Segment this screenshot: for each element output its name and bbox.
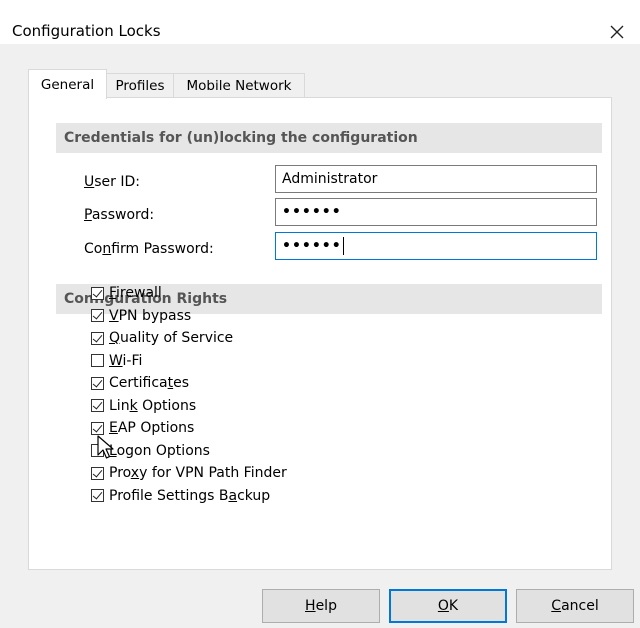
user-id-input[interactable]: [275, 165, 597, 193]
confirm-password-input[interactable]: ••••••: [275, 232, 597, 260]
checkbox-label: Link Options: [109, 397, 197, 414]
password-label: Password:: [84, 207, 155, 223]
confirm-password-label: Confirm Password:: [84, 241, 214, 257]
checkbox-label: Wi-Fi: [109, 352, 143, 369]
checkbox-quality-of-service[interactable]: Quality of Service: [91, 328, 233, 348]
checkbox-box[interactable]: [91, 331, 104, 345]
tab-mobile-network[interactable]: Mobile Network: [173, 73, 305, 97]
tab-profiles[interactable]: Profiles: [106, 73, 174, 97]
cancel-button[interactable]: Cancel: [516, 589, 634, 623]
tab-profiles-label: Profiles: [115, 77, 165, 94]
checkbox-box[interactable]: [91, 399, 104, 412]
ok-button[interactable]: OK: [389, 589, 507, 623]
checkbox-label: Logon Options: [109, 442, 210, 459]
checkbox-label: Proxy for VPN Path Finder: [109, 465, 287, 481]
configuration-locks-dialog: Configuration Locks General Profiles Mob…: [0, 0, 640, 628]
checkbox-profile-settings-backup[interactable]: Profile Settings Backup: [91, 486, 270, 506]
close-icon: [610, 25, 624, 39]
checkbox-certificates[interactable]: Certificates: [91, 373, 189, 393]
general-tab-panel: Credentials for (un)locking the configur…: [28, 97, 612, 570]
checkbox-label: Firewall: [109, 285, 162, 301]
text-caret: [342, 237, 344, 255]
checkbox-vpn-bypass[interactable]: VPN bypass: [91, 306, 191, 326]
checkbox-label: VPN bypass: [109, 307, 192, 324]
checkbox-firewall[interactable]: Firewall: [91, 283, 162, 303]
help-button[interactable]: Help: [262, 589, 380, 623]
checkbox-box[interactable]: [91, 489, 104, 502]
checkbox-box[interactable]: [91, 466, 104, 480]
checkbox-label: Profile Settings Backup: [109, 487, 271, 504]
window-title: Configuration Locks: [12, 22, 161, 40]
checkbox-box[interactable]: [91, 421, 104, 435]
confirm-password-value: ••••••: [282, 238, 342, 254]
title-bar: Configuration Locks: [0, 0, 640, 44]
checkbox-box[interactable]: [91, 354, 104, 367]
dialog-client-area: General Profiles Mobile Network Credenti…: [0, 44, 640, 628]
mouse-pointer-icon: [97, 435, 114, 459]
checkbox-proxy-for-vpn-path-finder[interactable]: Proxy for VPN Path Finder: [91, 463, 287, 483]
tab-general[interactable]: General: [28, 69, 107, 99]
password-value: ••••••: [282, 204, 342, 220]
checkbox-label: EAP Options: [109, 420, 195, 436]
checkbox-box[interactable]: [91, 376, 104, 390]
checkbox-box[interactable]: [91, 286, 104, 300]
tab-mobile-network-label: Mobile Network: [186, 77, 292, 94]
password-input[interactable]: ••••••: [275, 198, 597, 226]
checkbox-box[interactable]: [91, 309, 104, 322]
checkbox-label: Quality of Service: [109, 330, 234, 346]
credentials-section-header: Credentials for (un)locking the configur…: [56, 123, 602, 153]
checkbox-wi-fi[interactable]: Wi-Fi: [91, 351, 142, 371]
user-id-label: User ID:: [84, 174, 140, 190]
tab-general-label: General: [40, 76, 95, 93]
checkbox-label: Certificates: [109, 375, 190, 391]
checkbox-link-options[interactable]: Link Options: [91, 396, 196, 416]
